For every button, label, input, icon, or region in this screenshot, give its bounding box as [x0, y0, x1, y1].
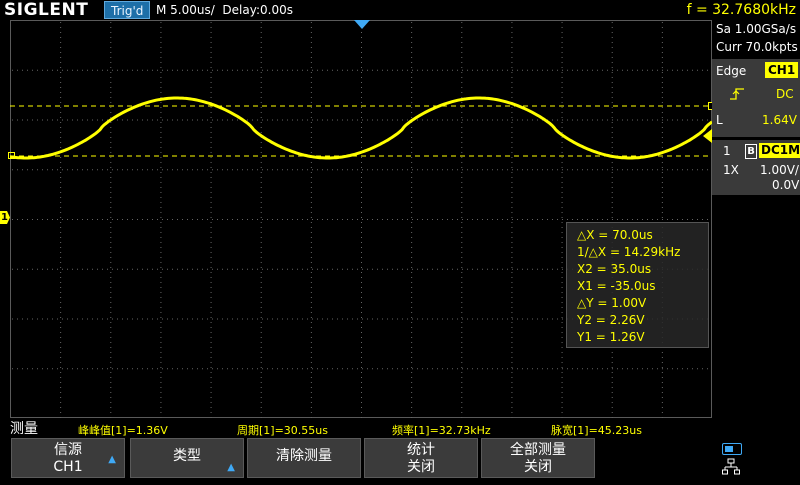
softkey-all-measure[interactable]: 全部测量 关闭 [481, 438, 595, 478]
trigger-coupling: DC [776, 87, 794, 101]
cursor-y2: Y2 = 2.26V [577, 313, 645, 327]
brand-logo: SIGLENT [4, 0, 89, 20]
measure-pulse-width: 脉宽[1]=45.23us [551, 424, 642, 437]
measure-period: 周期[1]=30.55us [237, 424, 328, 437]
network-icon [722, 458, 740, 475]
ch1-offset-marker[interactable]: 1 [0, 211, 10, 224]
channel-number: 1 [723, 144, 731, 158]
softkey-statistics-label: 统计 [407, 442, 435, 458]
measure-title: 测量 [10, 421, 38, 437]
trigger-source-badge: CH1 [765, 62, 799, 78]
cursor-y1-handle[interactable] [8, 152, 15, 159]
softkey-source-value: CH1 [53, 459, 83, 475]
rising-edge-icon [730, 88, 744, 100]
sample-rate: Sa 1.00GSa/s [716, 22, 797, 36]
frequency-counter: f = 32.7680kHz [686, 2, 796, 18]
softkey-type-label: 类型 [173, 448, 201, 464]
trigger-type-label: Edge [716, 64, 747, 78]
vertical-offset: 0.0V [772, 178, 800, 192]
cursor-delta-y: △Y = 1.00V [577, 296, 647, 310]
softkey-source[interactable]: 信源 CH1 ▲ [11, 438, 125, 478]
trigger-level-marker-icon[interactable] [703, 129, 712, 143]
waveform-display[interactable] [10, 20, 712, 418]
probe-attenuation: 1X [723, 163, 739, 177]
softkey-statistics[interactable]: 统计 关闭 [364, 438, 478, 478]
timebase-readout: M 5.00us/ Delay:0.00s [156, 3, 293, 17]
cursor-x2: X2 = 35.0us [577, 262, 652, 276]
bandwidth-limit-badge: B [745, 144, 757, 159]
cursor-inv-delta-x: 1/△X = 14.29kHz [577, 245, 681, 259]
softkey-type[interactable]: 类型 ▲ [130, 438, 244, 478]
trigger-level-value: 1.64V [762, 113, 797, 127]
channel-coupling-badge: DC1M [759, 143, 800, 158]
trigger-level-label: L [716, 113, 723, 127]
cursor-readout-box: △X = 70.0us 1/△X = 14.29kHz X2 = 35.0us … [566, 222, 709, 348]
usb-icon [722, 443, 742, 455]
measure-peak-to-peak: 峰峰值[1]=1.36V [78, 424, 168, 437]
trigger-position-marker-icon[interactable] [354, 20, 370, 30]
vertical-scale: 1.00V/ [760, 163, 799, 177]
softkey-clear-measure[interactable]: 清除测量 [247, 438, 361, 478]
softkey-all-measure-label: 全部测量 [510, 442, 566, 458]
memory-depth: Curr 70.0kpts [716, 40, 798, 54]
cursor-y1: Y1 = 1.26V [577, 330, 645, 344]
softkey-clear-label: 清除测量 [276, 448, 332, 464]
measure-frequency: 频率[1]=32.73kHz [392, 424, 491, 437]
graticule [10, 20, 712, 418]
submenu-arrow-icon: ▲ [108, 454, 116, 465]
cursor-delta-x: △X = 70.0us [577, 228, 653, 242]
softkey-all-measure-value: 关闭 [524, 459, 552, 475]
softkey-statistics-value: 关闭 [407, 459, 435, 475]
trigger-status-badge: Trig'd [104, 1, 151, 19]
softkey-source-label: 信源 [54, 442, 82, 458]
cursor-x1: X1 = -35.0us [577, 279, 656, 293]
